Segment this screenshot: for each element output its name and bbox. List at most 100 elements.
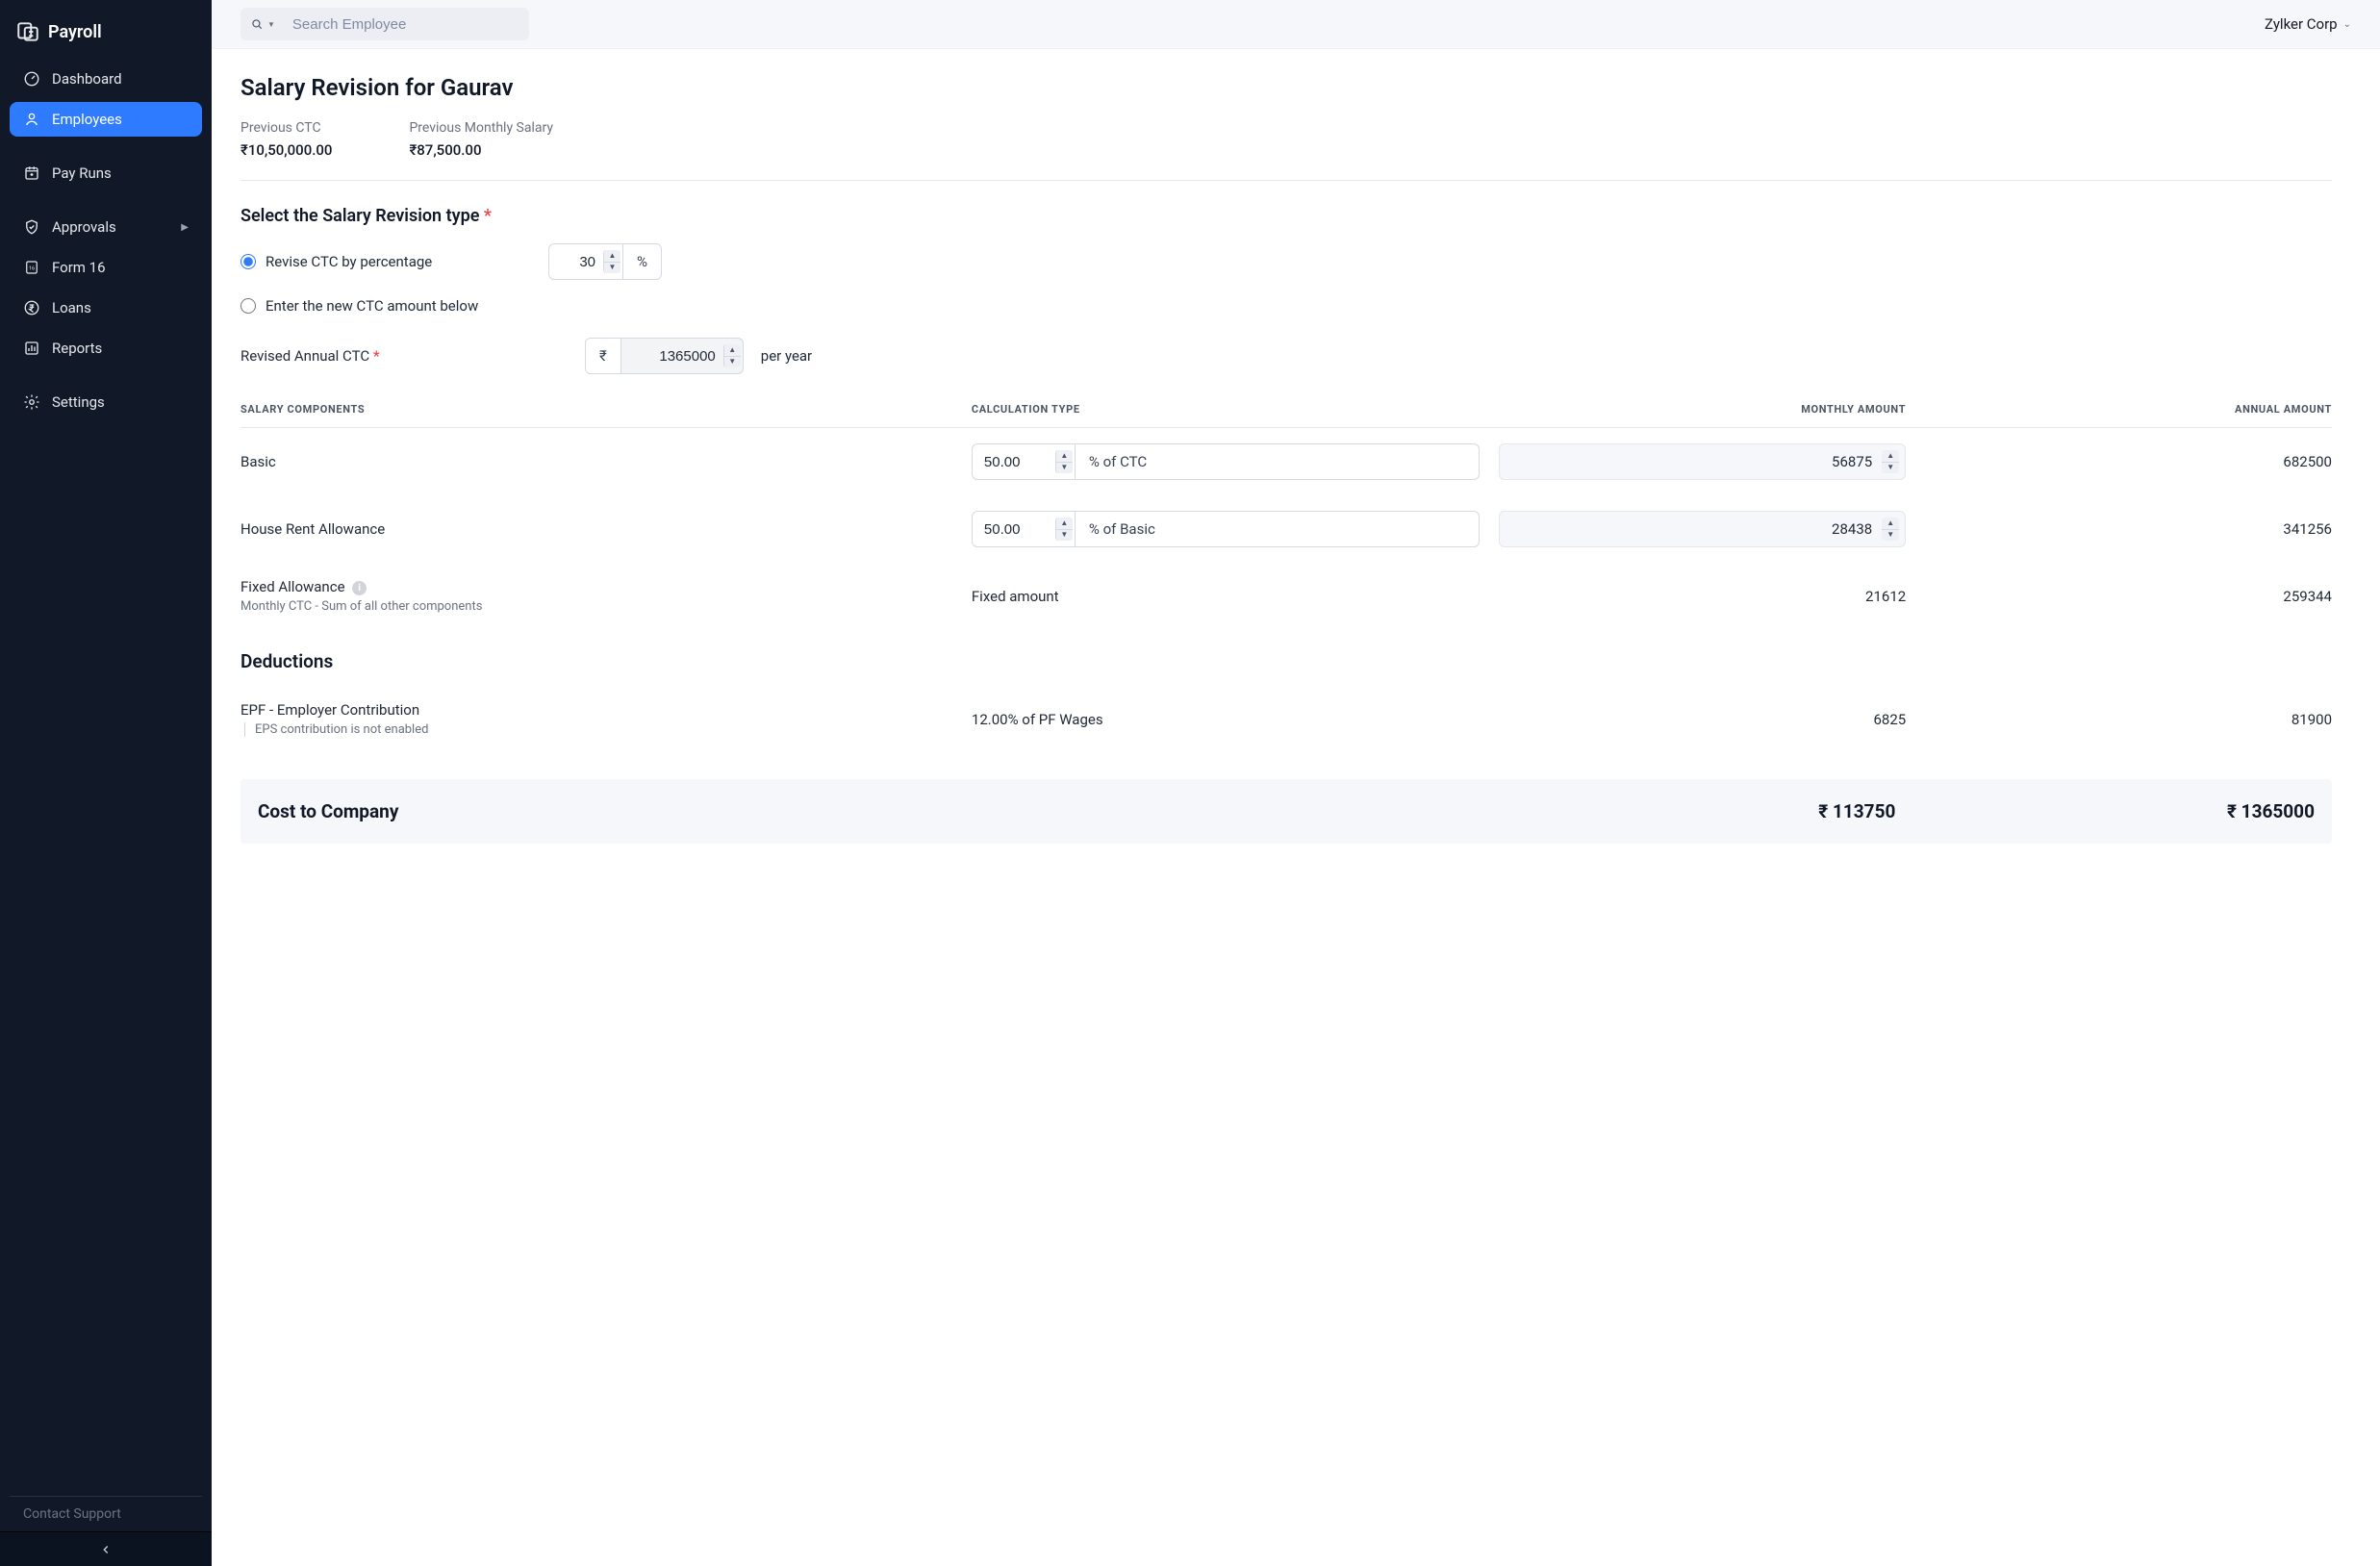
sidebar-collapse-button[interactable]: [0, 1531, 212, 1566]
col-annual: ANNUAL AMOUNT: [1925, 403, 2332, 416]
revision-type-label: Select the Salary Revision type *: [241, 206, 2332, 226]
sidebar-item-approvals[interactable]: Approvals ▶: [10, 210, 202, 244]
chevron-right-icon: ▶: [181, 222, 189, 233]
ctc-label: Cost to Company: [258, 800, 957, 822]
sidebar-item-form16[interactable]: 16 Form 16: [10, 250, 202, 285]
radio-row-amount: Enter the new CTC amount below: [241, 297, 2332, 315]
epf-calc-text: 12.00% of PF Wages: [972, 711, 1481, 728]
basic-calc-input[interactable]: [973, 454, 1050, 470]
revised-ctc-input-group: ₹ ▲ ▼: [585, 338, 744, 374]
component-subtext: EPS contribution is not enabled: [244, 722, 952, 737]
content: Salary Revision for Gaurav Previous CTC …: [212, 49, 2380, 1566]
org-switcher[interactable]: Zylker Corp ⌄: [2265, 10, 2351, 38]
chart-icon: [23, 340, 40, 357]
hra-monthly-value: 28438: [1511, 520, 1872, 538]
sidebar-item-loans[interactable]: Loans: [10, 290, 202, 325]
spinner-down-icon[interactable]: ▼: [1056, 463, 1073, 474]
search-box: ▼: [241, 8, 529, 40]
table-header: SALARY COMPONENTS CALCULATION TYPE MONTH…: [241, 403, 2332, 428]
table-row-fixed: Fixed Allowance i Monthly CTC - Sum of a…: [241, 563, 2332, 629]
previous-monthly-value: ₹87,500.00: [409, 141, 553, 159]
component-name: EPF - Employer Contribution: [241, 701, 952, 719]
spinner-down-icon: ▼: [1882, 530, 1899, 542]
table-row-hra: House Rent Allowance ▲ ▼ % of Basic: [241, 495, 2332, 563]
table-row-epf: EPF - Employer Contribution EPS contribu…: [241, 686, 2332, 752]
search-scope-dropdown[interactable]: ▼: [241, 17, 285, 31]
percent-suffix: %: [622, 244, 661, 279]
radio-percentage-label[interactable]: Revise CTC by percentage: [266, 253, 432, 270]
radio-amount[interactable]: [241, 298, 256, 314]
radio-amount-label[interactable]: Enter the new CTC amount below: [266, 297, 478, 315]
previous-monthly-block: Previous Monthly Salary ₹87,500.00: [409, 120, 553, 159]
percentage-input-group: ▲ ▼ %: [548, 243, 662, 280]
main: ▼ Zylker Corp ⌄ Salary Revision for Gaur…: [212, 0, 2380, 1566]
nav: Dashboard Employees Pay Runs Approvals ▶…: [10, 62, 202, 419]
brand: Payroll: [10, 13, 202, 62]
spinner-down-icon: ▼: [724, 357, 741, 368]
chevron-down-icon: ⌄: [2343, 19, 2351, 30]
hra-calc-suffix: % of Basic: [1075, 512, 1180, 546]
spinner-up-icon[interactable]: ▲: [1056, 518, 1073, 530]
spinner-up-icon: ▲: [1882, 518, 1899, 530]
currency-prefix: ₹: [586, 339, 621, 373]
fixed-annual-value: 259344: [1925, 588, 2332, 605]
brand-name: Payroll: [48, 22, 102, 42]
epf-annual-value: 81900: [1925, 711, 2332, 728]
col-calc: CALCULATION TYPE: [972, 403, 1481, 416]
hra-spinner: ▲ ▼: [1055, 518, 1073, 541]
calendar-icon: [23, 164, 40, 182]
sidebar-item-payruns[interactable]: Pay Runs: [10, 156, 202, 190]
revised-ctc-row: Revised Annual CTC * ₹ ▲ ▼ per year: [241, 338, 2332, 374]
col-components: SALARY COMPONENTS: [241, 403, 952, 416]
sidebar-item-reports[interactable]: Reports: [10, 331, 202, 366]
previous-summary: Previous CTC ₹10,50,000.00 Previous Mont…: [241, 120, 2332, 181]
sidebar-item-dashboard[interactable]: Dashboard: [10, 62, 202, 96]
revised-ctc-input: [621, 348, 718, 365]
basic-calc-group: ▲ ▼ % of CTC: [972, 443, 1481, 480]
fixed-calc-text: Fixed amount: [972, 588, 1481, 605]
hra-monthly-box: 28438 ▲ ▼: [1499, 511, 1906, 547]
required-asterisk: *: [484, 206, 492, 226]
approval-icon: [23, 218, 40, 236]
hra-calc-input[interactable]: [973, 521, 1050, 538]
nav-label: Settings: [52, 393, 105, 411]
hra-monthly-spinner: ▲ ▼: [1882, 518, 1899, 541]
spinner-down-icon: ▼: [1882, 463, 1899, 474]
search-icon: [250, 17, 264, 31]
per-year-label: per year: [761, 347, 812, 365]
component-subtext: Monthly CTC - Sum of all other component…: [241, 599, 952, 614]
percentage-spinner: ▲ ▼: [603, 250, 620, 273]
nav-label: Approvals: [52, 218, 116, 236]
topbar: ▼ Zylker Corp ⌄: [212, 0, 2380, 49]
rupee-icon: [23, 299, 40, 316]
revised-ctc-label: Revised Annual CTC *: [241, 347, 568, 365]
previous-ctc-label: Previous CTC: [241, 120, 332, 136]
gauge-icon: [23, 70, 40, 88]
nav-label: Form 16: [52, 259, 106, 276]
form16-icon: 16: [23, 259, 40, 276]
spinner-down-icon[interactable]: ▼: [604, 263, 620, 274]
ctc-summary-bar: Cost to Company ₹ 113750 ₹ 1365000: [241, 779, 2332, 844]
component-name: House Rent Allowance: [241, 520, 952, 538]
basic-spinner: ▲ ▼: [1055, 450, 1073, 473]
basic-monthly-box: 56875 ▲ ▼: [1499, 443, 1906, 480]
radio-percentage[interactable]: [241, 254, 256, 269]
sidebar-item-employees[interactable]: Employees: [10, 102, 202, 137]
spinner-down-icon[interactable]: ▼: [1056, 530, 1073, 542]
basic-monthly-value: 56875: [1511, 453, 1872, 470]
previous-monthly-label: Previous Monthly Salary: [409, 120, 553, 136]
spinner-up-icon[interactable]: ▲: [604, 250, 620, 263]
ctc-annual-value: ₹ 1365000: [1914, 800, 2315, 822]
previous-ctc-value: ₹10,50,000.00: [241, 141, 332, 159]
info-icon[interactable]: i: [352, 581, 367, 595]
nav-label: Employees: [52, 111, 122, 128]
search-input[interactable]: [285, 16, 529, 33]
percentage-input[interactable]: [549, 254, 597, 270]
component-name: Fixed Allowance: [241, 578, 345, 595]
spinner-up-icon[interactable]: ▲: [1056, 450, 1073, 463]
spinner-up-icon: ▲: [1882, 450, 1899, 463]
sidebar-item-settings[interactable]: Settings: [10, 385, 202, 419]
nav-label: Loans: [52, 299, 91, 316]
contact-support-link[interactable]: Contact Support: [10, 1496, 202, 1531]
required-asterisk: *: [373, 347, 380, 365]
